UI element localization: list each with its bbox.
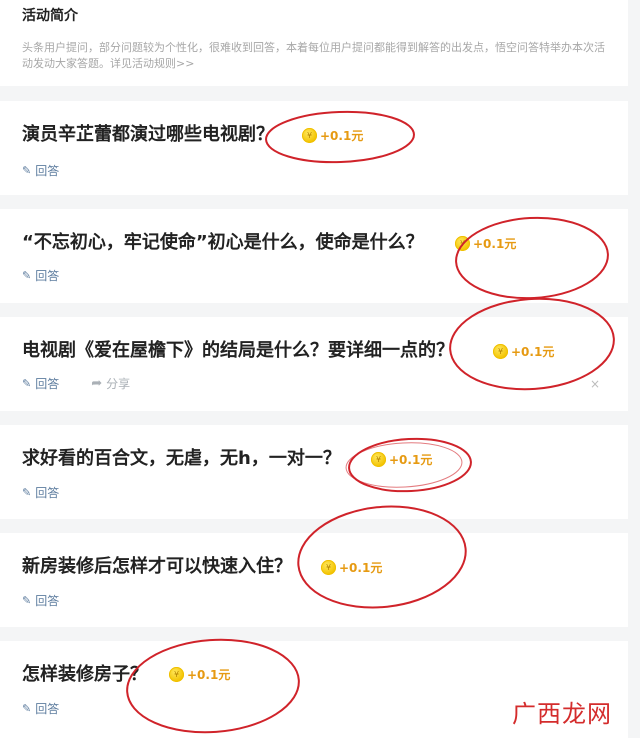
watermark-logo: 广西龙网	[512, 700, 612, 728]
card-actions: ✎ 回答 ➦ 分享	[22, 375, 162, 392]
activity-intro: 活动简介 头条用户提问，部分问题较为个性化，很难收到回答，本着每位用户提问都能得…	[0, 0, 628, 86]
pencil-icon: ✎	[22, 486, 32, 499]
pencil-icon: ✎	[22, 594, 32, 607]
reward-amount: +0.1元	[320, 129, 364, 143]
share-button[interactable]: ➦ 分享	[91, 375, 130, 392]
question-title[interactable]: 新房装修后怎样才可以快速入住？	[22, 555, 292, 579]
card-actions: ✎ 回答	[22, 267, 91, 284]
pencil-icon: ✎	[22, 164, 32, 177]
question-title[interactable]: 求好看的百合文，无虐，无h，一对一？	[22, 447, 341, 471]
answer-label: 回答	[35, 377, 60, 391]
intro-description[interactable]: 头条用户提问，部分问题较为个性化，很难收到回答，本着每位用户提问都能得到解答的出…	[22, 40, 606, 72]
reward-amount: +0.1元	[511, 345, 555, 359]
pencil-icon: ✎	[22, 702, 32, 715]
answer-button[interactable]: ✎ 回答	[22, 484, 59, 501]
question-title[interactable]: 电视剧《爱在屋檐下》的结局是什么？要详细一点的？	[22, 339, 454, 363]
intro-title: 活动简介	[22, 8, 78, 24]
pencil-icon: ✎	[22, 269, 32, 282]
reward-amount: +0.1元	[473, 237, 517, 251]
answer-button[interactable]: ✎ 回答	[22, 700, 59, 717]
share-arrow-icon: ➦	[91, 376, 103, 391]
answer-label: 回答	[35, 594, 60, 608]
reward-badge: ¥ +0.1元	[302, 127, 363, 144]
answer-button[interactable]: ✎ 回答	[22, 375, 59, 392]
question-card[interactable]: 求好看的百合文，无虐，无h，一对一？ ¥ +0.1元 ✎ 回答	[0, 425, 628, 519]
card-actions: ✎ 回答	[22, 162, 91, 179]
answer-button[interactable]: ✎ 回答	[22, 267, 59, 284]
coin-icon: ¥	[455, 236, 470, 251]
share-label: 分享	[106, 377, 131, 391]
question-card[interactable]: “不忘初心，牢记使命”初心是什么，使命是什么？ ¥ +0.1元 ✎ 回答	[0, 209, 628, 303]
coin-icon: ¥	[371, 452, 386, 467]
answer-label: 回答	[35, 164, 60, 178]
close-icon[interactable]: ×	[590, 377, 600, 391]
coin-icon: ¥	[169, 667, 184, 682]
pencil-icon: ✎	[22, 377, 32, 390]
reward-badge: ¥ +0.1元	[169, 666, 230, 683]
reward-badge: ¥ +0.1元	[455, 235, 516, 252]
card-actions: ✎ 回答	[22, 592, 91, 609]
answer-label: 回答	[35, 702, 60, 716]
reward-badge: ¥ +0.1元	[321, 559, 382, 576]
reward-amount: +0.1元	[339, 561, 383, 575]
coin-icon: ¥	[302, 128, 317, 143]
answer-button[interactable]: ✎ 回答	[22, 592, 59, 609]
card-actions: ✎ 回答	[22, 700, 91, 717]
question-title[interactable]: “不忘初心，牢记使命”初心是什么，使命是什么？	[22, 231, 424, 255]
reward-badge: ¥ +0.1元	[493, 343, 554, 360]
answer-button[interactable]: ✎ 回答	[22, 162, 59, 179]
reward-amount: +0.1元	[389, 453, 433, 467]
question-card[interactable]: 电视剧《爱在屋檐下》的结局是什么？要详细一点的？ ¥ +0.1元 ✎ 回答 ➦ …	[0, 317, 628, 411]
coin-icon: ¥	[321, 560, 336, 575]
question-card[interactable]: 新房装修后怎样才可以快速入住？ ¥ +0.1元 ✎ 回答	[0, 533, 628, 627]
coin-icon: ¥	[493, 344, 508, 359]
question-title[interactable]: 怎样装修房子？	[22, 663, 148, 687]
card-actions: ✎ 回答	[22, 484, 91, 501]
answer-label: 回答	[35, 486, 60, 500]
reward-badge: ¥ +0.1元	[371, 451, 432, 468]
reward-amount: +0.1元	[187, 668, 231, 682]
question-card[interactable]: 演员辛芷蕾都演过哪些电视剧？ ¥ +0.1元 ✎ 回答	[0, 101, 628, 195]
question-title[interactable]: 演员辛芷蕾都演过哪些电视剧？	[22, 123, 274, 147]
answer-label: 回答	[35, 269, 60, 283]
